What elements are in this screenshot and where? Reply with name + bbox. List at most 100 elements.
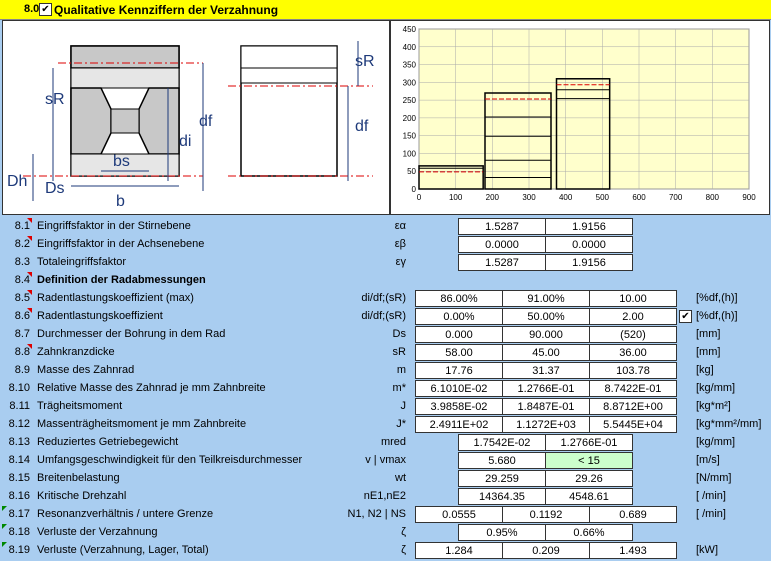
value-cell[interactable]: < 15 (545, 452, 633, 469)
value-cell[interactable]: 31.37 (502, 362, 590, 379)
b-label: b (116, 193, 125, 210)
value-cell[interactable]: 17.76 (415, 362, 503, 379)
row-label: Umfangsgeschwindigkeit für den Teilkreis… (37, 454, 303, 466)
x-tick-label: 900 (742, 193, 756, 202)
value-cell[interactable]: 1.2766E-01 (502, 380, 590, 397)
row-symbol: J (400, 400, 407, 412)
table-row: 8.15 Breitenbelastung wt 29.259 29.26 [N/mm] (0, 470, 771, 488)
row-unit: [kg] (696, 364, 714, 376)
value-cell[interactable]: 0.95% (458, 524, 546, 541)
value-cell[interactable]: 1.9156 (545, 218, 633, 235)
value-cell[interactable]: 0.689 (589, 506, 677, 523)
value-cell[interactable]: 6.1010E-02 (415, 380, 503, 397)
row-label: Masse des Zahnrad (37, 364, 135, 376)
di-label: di (179, 133, 191, 150)
value-cell[interactable]: 0.0000 (545, 236, 633, 253)
row-unit: [mm] (696, 346, 721, 358)
row-number: 8.4 (14, 274, 30, 286)
value-cell[interactable]: 1.1272E+03 (502, 416, 590, 433)
row-symbol: ζ (401, 544, 406, 556)
value-cell[interactable]: 4548.61 (545, 488, 633, 505)
table-row: 8.2 Eingriffsfaktor in der Achsenebene εβ 0… (0, 236, 771, 254)
row-label: Durchmesser der Bohrung in dem Rad (37, 328, 226, 340)
value-cell[interactable]: 91.00% (502, 290, 590, 307)
Dh-label: Dh (7, 173, 27, 190)
value-cell[interactable]: 1.2766E-01 (545, 434, 633, 451)
row-checkbox[interactable]: ✔ (679, 310, 692, 323)
value-cell[interactable]: 1.5287 (458, 218, 546, 235)
section-checkbox[interactable]: ✔ (39, 3, 52, 16)
value-cell[interactable]: 1.493 (589, 542, 677, 559)
y-tick-label: 300 (403, 78, 417, 87)
row-symbol: wt (395, 472, 406, 484)
x-tick-label: 400 (559, 193, 573, 202)
value-cell[interactable]: 2.4911E+02 (415, 416, 503, 433)
plot-area (418, 28, 750, 190)
y-tick-label: 400 (403, 43, 417, 52)
row-unit: [m/s] (696, 454, 720, 466)
row-number: 8.18 (8, 526, 30, 538)
value-cell[interactable]: 8.8712E+00 (589, 398, 677, 415)
y-tick-label: 350 (403, 61, 417, 70)
value-cell[interactable]: 36.00 (589, 344, 677, 361)
row-symbol: N1, N2 | NS (347, 508, 407, 520)
section-number: 8.0 (24, 3, 40, 15)
value-cell[interactable]: 1.9156 (545, 254, 633, 271)
sR-label-right: sR (355, 53, 375, 70)
row-label: Verluste der Verzahnung (37, 526, 158, 538)
value-cell[interactable]: (520) (589, 326, 677, 343)
row-label: Definition der Radabmessungen (37, 274, 206, 286)
value-cell[interactable]: 0.0000 (458, 236, 546, 253)
value-cell[interactable]: 3.9858E-02 (415, 398, 503, 415)
table-row: 8.16 Kritische Drehzahl nE1,nE2 14364.35 454… (0, 488, 771, 506)
row-label: Eingriffsfaktor in der Stirnebene (37, 220, 191, 232)
value-cell[interactable]: 29.26 (545, 470, 633, 487)
gear-cross-section-svg: sR Dh Ds bs b di df sR df (7, 41, 375, 210)
value-cell[interactable]: 0.209 (502, 542, 590, 559)
table-row: 8.4 Definition der Radabmessungen (0, 272, 771, 290)
value-cell[interactable]: 14364.35 (458, 488, 546, 505)
row-number: 8.5 (14, 292, 30, 304)
x-tick-label: 200 (486, 193, 500, 202)
value-cell[interactable]: 90.000 (502, 326, 590, 343)
value-cell[interactable]: 8.7422E-01 (589, 380, 677, 397)
value-cell[interactable]: 0.000 (415, 326, 503, 343)
row-number: 8.12 (8, 418, 30, 430)
value-cell[interactable]: 50.00% (502, 308, 590, 325)
row-number: 8.3 (14, 256, 30, 268)
value-cell[interactable]: 5.680 (458, 452, 546, 469)
value-cell[interactable]: 10.00 (589, 290, 677, 307)
row-label: Massenträgheitsmoment je mm Zahnbreite (37, 418, 247, 430)
row-label: Trägheitsmoment (37, 400, 123, 412)
chart-svg: 0501001502002503003504004500 100 200 300 400… (403, 25, 757, 202)
table-row: 8.5 Radentlastungskoeffizient (max) di/df;… (0, 290, 771, 308)
df-label-left: df (199, 113, 213, 130)
row-label: Breitenbelastung (37, 472, 120, 484)
value-cell[interactable]: 86.00% (415, 290, 503, 307)
value-cell[interactable]: 29.259 (458, 470, 546, 487)
value-cell[interactable]: 2.00 (589, 308, 677, 325)
row-symbol: εα (394, 220, 406, 232)
value-cell[interactable]: 0.00% (415, 308, 503, 325)
value-cell[interactable]: 1.5287 (458, 254, 546, 271)
row-unit: [kW] (696, 544, 718, 556)
row-number: 8.10 (8, 382, 30, 394)
value-cell[interactable]: 58.00 (415, 344, 503, 361)
value-cell[interactable]: 1.284 (415, 542, 503, 559)
value-cell[interactable]: 103.78 (589, 362, 677, 379)
Ds-label: Ds (45, 180, 65, 197)
mass-chart: 0 50 100 150 200 250 300 350 400 450 0 100 200 300 400… (390, 20, 770, 215)
value-cell[interactable]: 0.1192 (502, 506, 590, 523)
value-cell[interactable]: 0.66% (545, 524, 633, 541)
value-cell[interactable]: 45.00 (502, 344, 590, 361)
value-cell[interactable]: 1.7542E-02 (458, 434, 546, 451)
table-row: 8.8 Zahnkranzdicke sR 58.00 45.00 36.00 [mm] (0, 344, 771, 362)
value-cell[interactable]: 0.0555 (415, 506, 503, 523)
row-label: Reduziertes Getriebegewicht (37, 436, 179, 448)
table-row: 8.3 Totaleingriffsfaktor εγ 1.5287 1.9156 (0, 254, 771, 272)
row-symbol: v | vmax (365, 454, 406, 466)
value-cell[interactable]: 5.5445E+04 (589, 416, 677, 433)
row-symbol: J* (396, 418, 406, 430)
value-cell[interactable]: 1.8487E-01 (502, 398, 590, 415)
row-symbol: sR (392, 346, 406, 358)
